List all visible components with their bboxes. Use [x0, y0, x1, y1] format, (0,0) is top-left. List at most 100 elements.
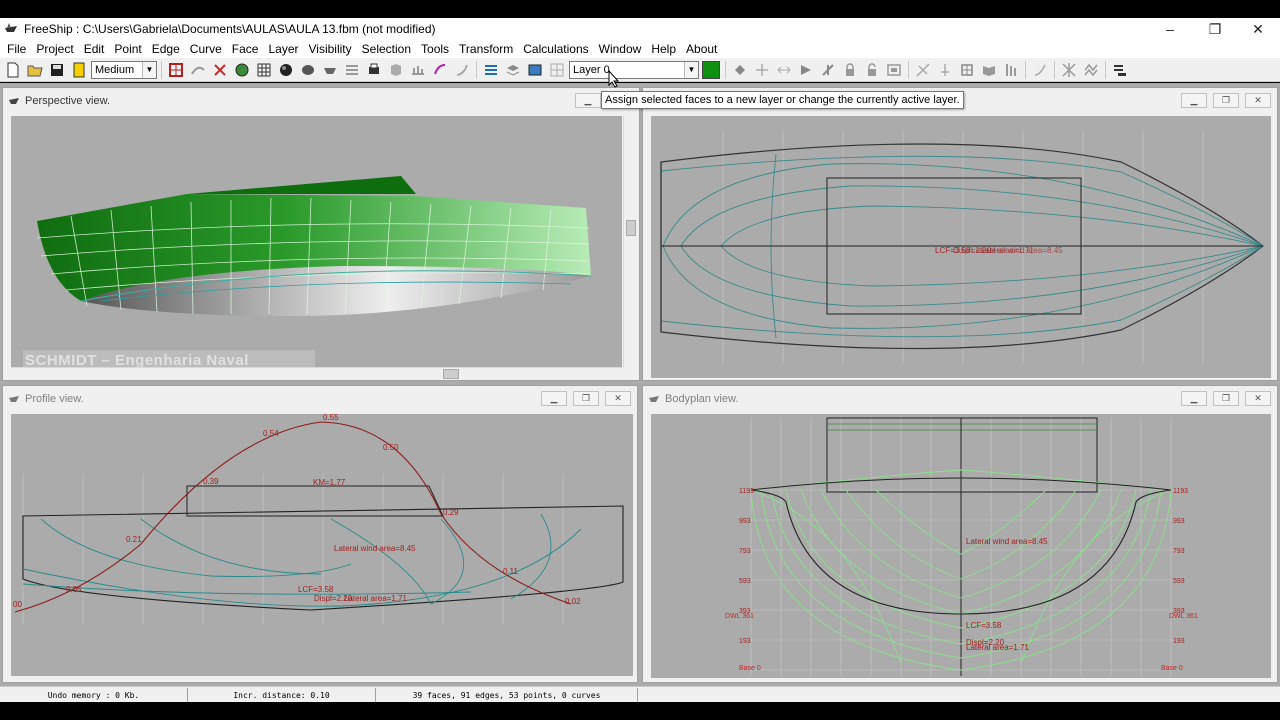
save-icon[interactable] [47, 60, 67, 80]
crease-edge-icon[interactable] [913, 60, 933, 80]
status-empty-cell [638, 688, 1280, 702]
bodyplan-view-window[interactable]: Bodyplan view. ▁ ❐ ✕ 1193 993 793 593 39… [642, 385, 1278, 683]
bodyplan-lcf-label: LCF=3.58 [966, 621, 1002, 630]
developable-icon[interactable] [430, 60, 450, 80]
import-icon[interactable] [69, 60, 89, 80]
view-3d-icon[interactable] [386, 60, 406, 80]
hull-shade-icon[interactable] [320, 60, 340, 80]
plan-canvas[interactable]: LCF=3.58 Displ=2.20 Lateral area=1.71 La… [651, 116, 1271, 378]
chevron-down-icon[interactable]: ▼ [684, 61, 698, 78]
stations-icon[interactable] [232, 60, 252, 80]
profile-view-header[interactable]: Profile view. ▁ ❐ ✕ [3, 386, 637, 412]
menu-tools[interactable]: Tools [416, 42, 454, 56]
flip-normals-icon[interactable] [1001, 60, 1021, 80]
control-net-icon[interactable] [166, 60, 186, 80]
fairing-icon[interactable] [1081, 60, 1101, 80]
profile-canvas[interactable]: 00 0.05 0.21 0.39 0.54 0.55 0.50 0.29 0.… [11, 414, 633, 676]
bodyplan-right-tick-993: 993 [1173, 518, 1185, 525]
precision-select[interactable]: Medium ▼ [91, 60, 157, 79]
pane-maximize-button[interactable]: ❐ [573, 391, 599, 406]
pane-maximize-button[interactable]: ❐ [1213, 391, 1239, 406]
layer-dialog-icon[interactable] [525, 60, 545, 80]
bodyplan-right-tick-193: 193 [1173, 638, 1185, 645]
menu-edit[interactable]: Edit [79, 42, 110, 56]
scroll-thumb[interactable] [626, 220, 636, 236]
restore-button[interactable]: ❐ [1193, 18, 1237, 40]
bodyplan-base-right-label: Base 0 [1161, 665, 1183, 672]
split-edge-icon[interactable] [818, 60, 838, 80]
print-icon[interactable] [364, 60, 384, 80]
menu-selection[interactable]: Selection [357, 42, 416, 56]
profile-curve-label-011: 0.11 [503, 567, 519, 576]
pane-maximize-button[interactable]: ❐ [1213, 93, 1239, 108]
open-folder-icon[interactable] [25, 60, 45, 80]
layer-color-swatch[interactable] [701, 60, 721, 80]
menu-file[interactable]: File [2, 42, 31, 56]
lock-point-icon[interactable] [840, 60, 860, 80]
undo-memory-status: Undo memory : 0 Kb. [0, 688, 188, 702]
scale-icon[interactable] [408, 60, 428, 80]
bodyplan-left-tick-193: 193 [739, 638, 751, 645]
perspective-vertical-scrollbar[interactable] [623, 116, 637, 367]
curvature-icon[interactable] [210, 60, 230, 80]
pane-minimize-button[interactable]: ▁ [541, 391, 567, 406]
menu-curve[interactable]: Curve [185, 42, 227, 56]
pane-minimize-button[interactable]: ▁ [1181, 391, 1207, 406]
perspective-horizontal-scrollbar[interactable] [11, 367, 623, 379]
menu-layer[interactable]: Layer [263, 42, 303, 56]
menu-help[interactable]: Help [646, 42, 681, 56]
menu-face[interactable]: Face [227, 42, 264, 56]
menu-visibility[interactable]: Visibility [304, 42, 357, 56]
menu-calculations[interactable]: Calculations [518, 42, 593, 56]
menu-point[interactable]: Point [109, 42, 146, 56]
pane-minimize-button[interactable]: ▁ [575, 93, 601, 108]
active-layer-select[interactable]: Layer 0 ▼ [569, 60, 699, 79]
menu-transform[interactable]: Transform [454, 42, 518, 56]
interior-edges-icon[interactable] [188, 60, 208, 80]
zebra-icon[interactable] [342, 60, 362, 80]
layer-visibility-icon[interactable] [547, 60, 567, 80]
layers-icon[interactable] [503, 60, 523, 80]
new-face-icon[interactable] [957, 60, 977, 80]
plan-view-window[interactable]: ▁ ❐ ✕ LCF=3.58 Displ=2.20 Lateral area=1… [642, 87, 1278, 381]
bodyplan-dwl-right-label: DWL 361 [1169, 613, 1198, 620]
hydrostatics-icon[interactable] [481, 60, 501, 80]
bodyplan-view-header[interactable]: Bodyplan view. ▁ ❐ ✕ [643, 386, 1277, 412]
bodyplan-left-tick-1193: 1193 [739, 488, 754, 495]
perspective-canvas[interactable]: SCHMIDT – Engenharia Naval [11, 116, 622, 367]
wireframe-icon[interactable] [298, 60, 318, 80]
pane-close-button[interactable]: ✕ [1245, 391, 1271, 406]
collapse-point-icon[interactable] [774, 60, 794, 80]
close-button[interactable]: ✕ [1236, 18, 1280, 40]
shade-icon[interactable] [276, 60, 296, 80]
new-file-icon[interactable] [3, 60, 23, 80]
bodyplan-canvas[interactable]: 1193 993 793 593 393 193 1193 993 793 59… [651, 414, 1271, 678]
chevron-down-icon[interactable]: ▼ [142, 61, 156, 78]
menu-project[interactable]: Project [31, 42, 78, 56]
insert-edge-icon[interactable] [796, 60, 816, 80]
new-point-icon[interactable] [752, 60, 772, 80]
extrude-icon[interactable] [730, 60, 750, 80]
profile-curve-label-050: 0.50 [383, 443, 399, 452]
unlock-point-icon[interactable] [862, 60, 882, 80]
intersect-icon[interactable] [1059, 60, 1079, 80]
profile-view-window[interactable]: Profile view. ▁ ❐ ✕ 00 0.05 0.21 0.39 0.… [2, 385, 638, 683]
scroll-thumb[interactable] [443, 369, 459, 379]
menu-edge[interactable]: Edge [147, 42, 185, 56]
pane-close-button[interactable]: ✕ [1245, 93, 1271, 108]
perspective-view-header[interactable]: Perspective view. ▁ ❐ [3, 88, 639, 114]
curve-icon[interactable] [1030, 60, 1050, 80]
unlock-all-icon[interactable] [884, 60, 904, 80]
pane-minimize-button[interactable]: ▁ [1181, 93, 1207, 108]
mirror-face-icon[interactable] [979, 60, 999, 80]
grid-icon[interactable] [254, 60, 274, 80]
minimize-button[interactable]: – [1148, 18, 1192, 40]
pane-close-button[interactable]: ✕ [605, 391, 631, 406]
extrude-edge-icon[interactable] [935, 60, 955, 80]
perspective-view-window[interactable]: Perspective view. ▁ ❐ [2, 87, 640, 381]
spline-icon[interactable] [452, 60, 472, 80]
menu-about[interactable]: About [681, 42, 722, 56]
preferences-icon[interactable] [1110, 60, 1130, 80]
freeship-window-icon [9, 98, 19, 104]
menu-window[interactable]: Window [594, 42, 647, 56]
